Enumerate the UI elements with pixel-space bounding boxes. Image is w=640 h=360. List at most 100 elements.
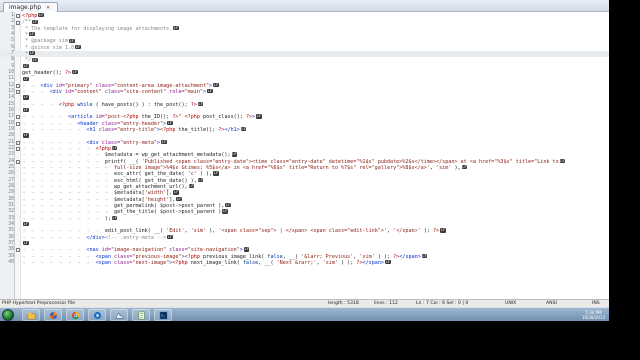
fold-toggle-icon[interactable]: - — [16, 248, 20, 253]
tab-bar: image.php ✕ — [0, 0, 609, 12]
code-token: post_class(); — [199, 114, 246, 121]
code-token: ), — [451, 164, 461, 171]
code-token: "content" — [74, 88, 105, 95]
notepad-plus-plus-icon[interactable] — [132, 309, 150, 321]
code-token: id= — [55, 82, 65, 89]
code-token: <div — [86, 139, 102, 146]
code-line[interactable]: 40 → → → → → → → → <span class="next-imag… — [0, 260, 609, 266]
firefox-icon[interactable] — [44, 309, 62, 321]
fold-toggle-icon[interactable]: - — [16, 83, 20, 88]
code-text: → → → → → → → → <span class="next-image"… — [22, 260, 391, 266]
code-token: <?php — [58, 101, 78, 108]
code-token: ) ); — [374, 253, 394, 260]
tab-indent-marker: → → → — [22, 88, 50, 95]
photoshop-icon[interactable]: Ps — [154, 309, 172, 321]
code-token: ], — [169, 196, 176, 203]
status-bar: PHP Hypertext Preprocessor file length :… — [0, 299, 609, 307]
code-token: , __( — [282, 253, 302, 260]
code-token: ->post_parent ), — [175, 202, 225, 209]
code-token: </span> — [399, 253, 421, 260]
clock-date: 10/28/2013 — [581, 315, 605, 320]
eol-marker: LF — [213, 82, 219, 88]
video-editor-icon[interactable] — [110, 309, 128, 321]
code-token: $post — [160, 209, 176, 216]
code-token: 'Edit' — [166, 228, 185, 235]
eol-marker: LF — [176, 196, 182, 201]
fold-toggle-icon[interactable]: - — [16, 115, 20, 120]
eol-marker: LF — [559, 158, 566, 163]
eol-marker: LF — [231, 152, 238, 157]
eol-marker: LF — [111, 146, 118, 151]
tab-indent-marker: → → → → — [22, 101, 59, 108]
code-token: '&larr; Previous' — [301, 253, 354, 260]
code-token: $metadata — [114, 196, 142, 203]
start-button[interactable] — [2, 309, 14, 321]
eol-marker: LF — [197, 177, 204, 182]
code-token: ); — [420, 228, 434, 235]
fold-toggle-icon[interactable]: - — [16, 159, 20, 164]
code-token: 'Next &rarr;' — [276, 259, 317, 266]
code-token: */ — [22, 57, 32, 64]
eol-marker: LF — [188, 184, 195, 189]
media-player-icon[interactable] — [88, 309, 106, 321]
fold-toggle-icon[interactable]: - — [16, 121, 20, 126]
chrome-icon[interactable] — [66, 309, 84, 321]
eol-marker: LF — [173, 190, 179, 195]
tab-indent-marker: → → → → → → → → → → — [22, 183, 115, 190]
clock[interactable]: 5:34 PM 10/28/2013 — [582, 310, 605, 320]
code-token: ) ), — [196, 171, 213, 178]
code-token: > — [209, 82, 213, 89]
eol-marker: LF — [440, 228, 446, 233]
code-token: 'sim' — [359, 253, 375, 260]
tab-image-php[interactable]: image.php ✕ — [3, 2, 59, 12]
code-token: get_the_title( — [114, 209, 161, 216]
code-token: "main" — [184, 88, 203, 95]
tab-indent-marker: → → → → → → → → — [22, 253, 96, 260]
svg-text:Ps: Ps — [161, 313, 165, 318]
windows-explorer-icon[interactable] — [22, 309, 40, 321]
code-token: class= — [98, 126, 118, 133]
fold-toggle-icon[interactable]: - — [16, 147, 20, 152]
code-token: class= — [95, 82, 115, 89]
code-token: <!-- .entry-meta --> — [104, 234, 167, 241]
code-token: get_permalink( — [114, 202, 161, 209]
eol-marker: LF — [38, 13, 44, 18]
code-token: class= — [104, 88, 124, 95]
fold-toggle-icon[interactable]: - — [16, 140, 20, 145]
code-token: = wp_get_attachment_metadata(); — [132, 152, 231, 159]
fold-toggle-icon[interactable]: - — [16, 90, 20, 95]
code-token: '</span>' — [393, 228, 421, 235]
tab-indent-marker: → → → → → — [22, 114, 69, 121]
code-editor[interactable]: 1- <?php LF 2-/** LF 3 * The template for dis… — [0, 12, 609, 299]
eol-marker: LF — [225, 203, 231, 208]
eol-marker: LF — [167, 234, 173, 239]
code-token: 'height' — [144, 196, 170, 203]
windows-taskbar: Ps 5:34 PM 10/28/2013 — [0, 307, 609, 321]
code-token: <span — [95, 259, 115, 266]
eol-marker: LF — [167, 120, 173, 126]
fold-toggle-icon[interactable]: - — [16, 14, 20, 19]
code-token: > — [156, 139, 161, 146]
code-token: <?php — [123, 114, 139, 121]
code-token: '<span class="sep"> | </span> <span clas… — [218, 228, 387, 235]
eol-marker: LF — [23, 241, 29, 246]
code-token: > — [239, 247, 243, 254]
eol-marker: LF — [207, 89, 213, 94]
tab-indent-marker: → → → → → → → → → → — [22, 177, 115, 184]
fold-toggle-icon[interactable]: - — [16, 20, 20, 25]
eol-marker: LF — [161, 139, 167, 144]
code-token: "entry-title" — [117, 126, 157, 133]
code-token: ( have_posts() ) : the_post(); — [92, 101, 191, 108]
code-token: "entry-meta" — [120, 139, 157, 146]
eol-marker: LF — [111, 215, 118, 220]
tab-indent-marker: → → → → → → → → → — [22, 158, 105, 165]
code-token: class= — [114, 253, 133, 260]
desktop-screen: image.php ✕ 1- <?php LF 2-/** LF 3 * The temp… — [0, 0, 640, 360]
code-token: <div — [40, 82, 56, 89]
code-token: 'sim' — [436, 164, 452, 171]
code-token: /** — [22, 19, 32, 26]
eol-marker: LF — [69, 38, 75, 43]
eol-marker: LF — [29, 32, 35, 37]
tab-indent-marker: → → → → → → → → → → — [22, 202, 115, 209]
code-token: 'width' — [144, 190, 167, 197]
